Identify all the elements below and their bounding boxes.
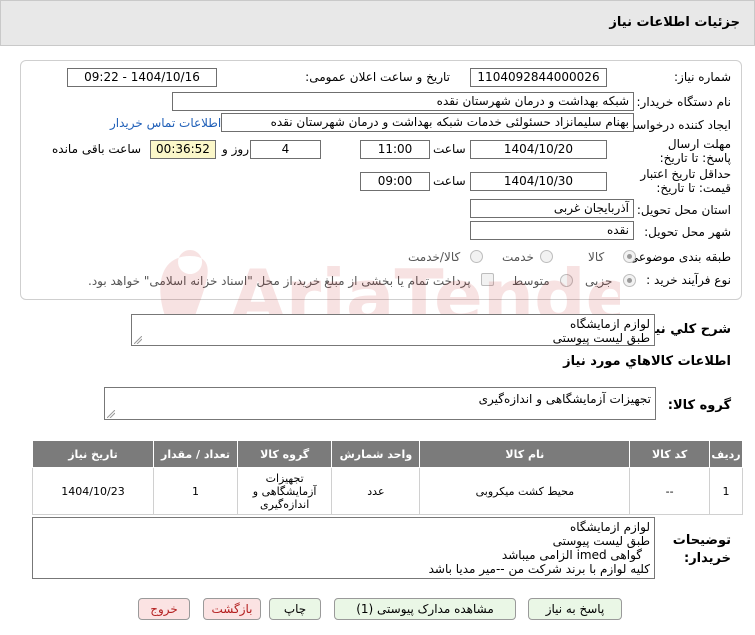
col-unit: واحد شمارش [331, 440, 421, 468]
exit-button[interactable]: خروج [138, 598, 190, 620]
day-and-label: روز و [222, 142, 249, 156]
category-label: طبقه بندی موضوعی: [624, 250, 731, 264]
table-row[interactable]: 1 -- محیط کشت میکروبی عدد تجهیزات آزمایش… [32, 467, 743, 515]
buyer-org-field: شبکه بهداشت و درمان شهرستان نقده [172, 92, 634, 111]
goods-group-textarea[interactable]: تجهیزات آزمایشگاهی و اندازه‌گیری [104, 387, 656, 420]
col-qty: تعداد / مقدار [153, 440, 238, 468]
process-radio-minor[interactable] [623, 274, 636, 287]
need-desc-line2: طبق لیست پیوستی [552, 331, 650, 345]
col-group: گروه کالا [236, 440, 333, 468]
col-row: ردیف [709, 440, 743, 468]
province-field: آذربایجان غربی [470, 199, 634, 218]
validity-date-field: 1404/10/30 [470, 172, 607, 191]
resize-grip-icon[interactable] [134, 336, 142, 344]
requester-field: بهنام سلیمانزاد حسئولئی خدمات شبکه بهداش… [221, 113, 634, 132]
table-header-row: ردیف کد کالا نام کالا واحد شمارش گروه کا… [32, 440, 743, 468]
requester-label: ایجاد کننده درخواست: [620, 118, 731, 132]
resize-grip-icon[interactable] [107, 410, 115, 418]
process-label: نوع فرآیند خرید : [646, 273, 731, 287]
remaining-time-field: 00:36:52 [150, 140, 216, 159]
page-title: جزئیات اطلاعات نیاز [609, 15, 740, 30]
cell-group: تجهیزات آزمایشگاهی و اندازه‌گیری [236, 467, 333, 515]
category-radio-goods[interactable] [623, 250, 636, 263]
days-field: 4 [250, 140, 321, 159]
validity-time-field: 09:00 [360, 172, 430, 191]
print-button[interactable]: چاپ [269, 598, 321, 620]
goods-group-label: گروه کالا: [667, 398, 731, 413]
cell-name: محیط کشت میکروبی [419, 467, 631, 515]
buyer-notes-textarea[interactable]: لوازم ازمایشگاه طبق لیست پیوستی گواهی im… [32, 517, 655, 579]
need-desc-line1: لوازم ازمایشگاه [569, 317, 650, 331]
need-desc-textarea[interactable]: لوازم ازمایشگاه طبق لیست پیوستی [131, 314, 655, 346]
validity-time-label: ساعت [433, 174, 466, 188]
validity-label: حداقل تاریخ اعتبار قیمت: تا تاریخ: [640, 167, 731, 195]
city-field: نقده [470, 221, 634, 240]
city-label: شهر محل تحویل: [644, 225, 731, 239]
deadline-date-field: 1404/10/20 [470, 140, 607, 159]
buyer-notes-line4: کلیه لوازم با برند شرکت من --میر مدیا با… [428, 562, 650, 576]
contact-buyer-link[interactable]: اطلاعات تماس خریدار [110, 116, 221, 130]
deadline-label: مهلت ارسال پاسخ: تا تاریخ: [659, 137, 731, 165]
buyer-notes-line1: لوازم ازمایشگاه [569, 520, 650, 534]
province-label: استان محل تحویل: [636, 203, 731, 217]
goods-info-heading: اطلاعات کالاهاي مورد نياز [563, 354, 731, 369]
cell-unit: عدد [331, 467, 421, 515]
need-number-field: 1104092844000026 [470, 68, 607, 87]
cell-row: 1 [709, 467, 743, 515]
announce-date-field: 1404/10/16 - 09:22 [67, 68, 217, 87]
buyer-notes-line3: گواهی imed الزامی میباشد [501, 548, 642, 562]
buyer-notes-line2: طبق لیست پیوستی [552, 534, 650, 548]
col-code: کد کالا [629, 440, 711, 468]
cell-date: 1404/10/23 [32, 467, 154, 515]
col-date: تاریخ نیاز [32, 440, 154, 468]
need-number-label: شماره نیاز: [674, 70, 731, 84]
goods-group-value: تجهیزات آزمایشگاهی و اندازه‌گیری [478, 392, 651, 406]
deadline-time-label: ساعت [433, 142, 466, 156]
buyer-notes-label: توضیحات خریدار: [672, 533, 731, 566]
announce-date-label: تاریخ و ساعت اعلان عمومی: [305, 70, 450, 84]
cell-code: -- [629, 467, 711, 515]
items-table: ردیف کد کالا نام کالا واحد شمارش گروه کا… [32, 440, 743, 515]
reply-button[interactable]: پاسخ به نیاز [528, 598, 622, 620]
deadline-time-field: 11:00 [360, 140, 430, 159]
buyer-org-label: نام دستگاه خریدار: [636, 95, 732, 109]
cell-qty: 1 [153, 467, 238, 515]
col-name: نام کالا [419, 440, 631, 468]
remaining-label: ساعت باقی مانده [52, 142, 142, 156]
back-button[interactable]: بازگشت [203, 598, 261, 620]
page-header: جزئیات اطلاعات نیاز [0, 0, 755, 46]
view-attachments-button[interactable]: مشاهده مدارک پیوستی (1) [334, 598, 516, 620]
